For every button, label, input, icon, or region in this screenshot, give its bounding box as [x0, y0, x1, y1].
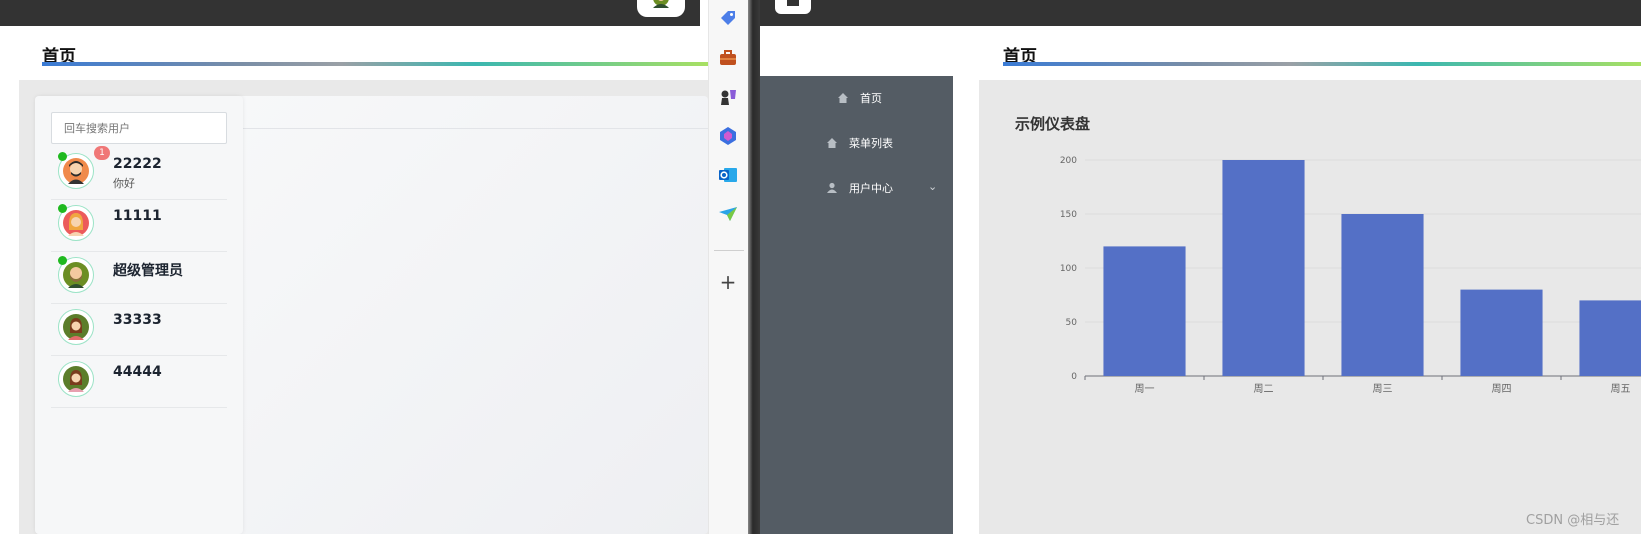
user-list-item[interactable]: 44444 — [51, 354, 227, 408]
y-tick-label: 100 — [1060, 264, 1077, 274]
chevron-down-icon: ⌄ — [928, 180, 938, 193]
user-name: 33333 — [113, 312, 162, 328]
user-name: 11111 — [113, 208, 162, 224]
sidebar-item-home[interactable]: 首页 — [760, 76, 953, 121]
paper-plane-icon[interactable] — [718, 204, 738, 224]
sidebar-item-label: 用户中心 — [849, 182, 893, 195]
man-avatar-icon — [63, 158, 89, 184]
user-list-item[interactable]: 11111 — [51, 198, 227, 252]
left-top-bar — [0, 0, 700, 26]
bar — [1103, 246, 1186, 376]
woman-avatar-icon — [63, 366, 89, 392]
y-tick-label: 0 — [1071, 372, 1077, 382]
home-icon — [827, 138, 837, 148]
current-user-avatar-button[interactable] — [637, 0, 685, 17]
online-indicator — [58, 204, 67, 213]
y-tick-label: 150 — [1060, 210, 1077, 220]
x-tick-label: 周五 — [1611, 383, 1631, 395]
avatar — [58, 309, 94, 345]
user-avatar-icon — [653, 0, 669, 8]
bar — [1222, 160, 1305, 376]
home-icon — [838, 93, 848, 103]
watermark: CSDN @相与还 — [1526, 513, 1620, 528]
woman-avatar-icon — [63, 314, 89, 340]
woman-avatar-icon — [63, 210, 89, 236]
user-search-input[interactable] — [51, 112, 227, 144]
x-tick-label: 周一 — [1135, 383, 1155, 395]
user-icon — [827, 182, 837, 193]
last-message: 你好 — [113, 177, 135, 190]
admin-avatar-icon — [63, 262, 89, 288]
bar — [1579, 300, 1641, 376]
bar-chart: 0 50 100 150 200 周一 周二 周三 周四 周五 — [1060, 156, 1641, 395]
y-tick-label: 50 — [1066, 318, 1078, 328]
right-top-bar — [760, 0, 1641, 26]
y-tick-label: 200 — [1060, 156, 1077, 166]
user-name: 44444 — [113, 364, 162, 380]
sidebar-item-user-center[interactable]: 用户中心 ⌄ — [760, 166, 953, 211]
title-underline — [42, 62, 708, 66]
chat-header-divider — [243, 128, 708, 129]
online-indicator — [58, 256, 67, 265]
add-icon[interactable]: + — [718, 272, 738, 292]
bar — [1460, 289, 1543, 376]
avatar — [58, 361, 94, 397]
app-logo — [775, 0, 811, 14]
user-list-item[interactable]: 33333 — [51, 302, 227, 356]
sidebar-item-menu-list[interactable]: 菜单列表 — [760, 121, 953, 166]
unread-badge: 1 — [94, 146, 110, 160]
chess-icon[interactable] — [718, 87, 738, 107]
x-tick-label: 周二 — [1254, 383, 1274, 395]
window-divider — [748, 0, 760, 534]
user-name: 超级管理员 — [113, 263, 183, 279]
user-list-item[interactable]: 1 22222 你好 — [51, 146, 227, 200]
user-name: 22222 — [113, 156, 162, 172]
x-tick-label: 周三 — [1373, 383, 1393, 395]
title-underline — [1003, 62, 1641, 66]
browser-side-toolbar — [708, 0, 748, 534]
sidebar-item-label: 首页 — [860, 92, 882, 105]
bar — [1341, 214, 1424, 376]
outlook-icon[interactable] — [718, 165, 738, 185]
copilot-icon[interactable] — [718, 126, 738, 146]
x-tick-label: 周四 — [1492, 383, 1512, 395]
sidebar-item-label: 菜单列表 — [849, 137, 893, 150]
user-list-item[interactable]: 超级管理员 — [51, 250, 227, 304]
toolbar-separator — [714, 250, 744, 251]
online-indicator — [58, 152, 67, 161]
dashboard-title: 示例仪表盘 — [1015, 115, 1091, 133]
briefcase-icon[interactable] — [718, 48, 738, 68]
tag-icon[interactable] — [718, 8, 738, 28]
